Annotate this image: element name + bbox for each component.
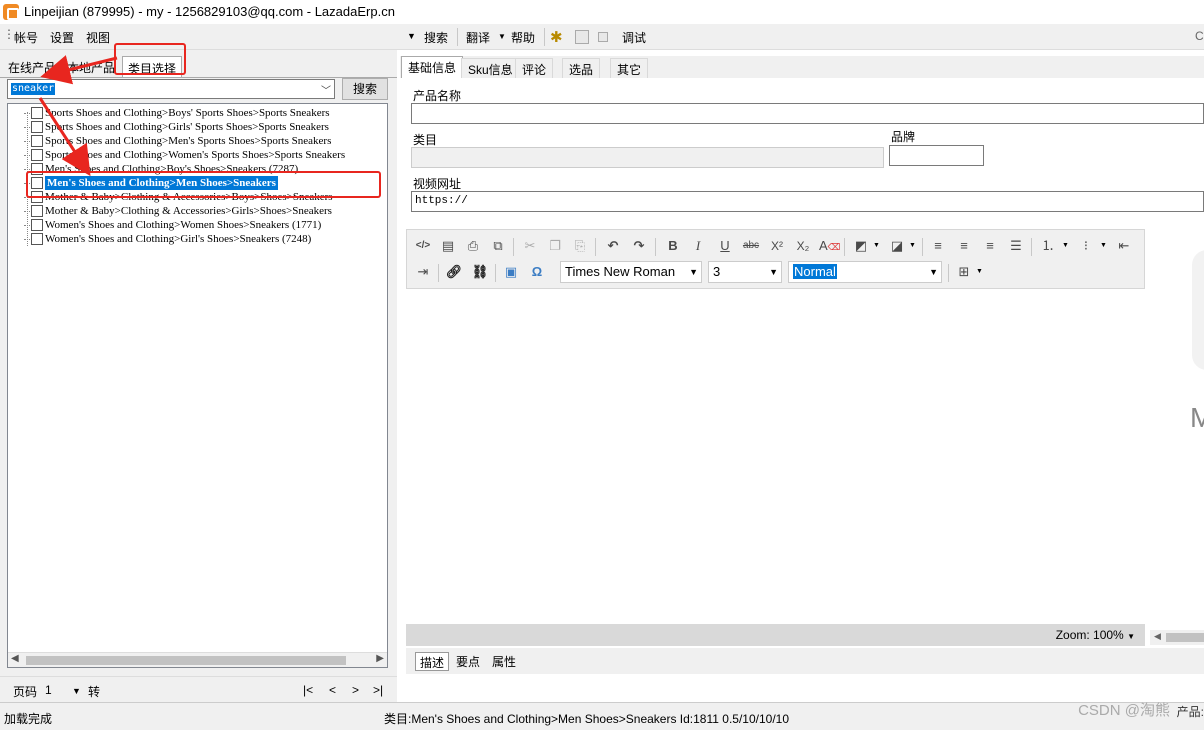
annotation-arrows — [38, 55, 118, 177]
arrow-to-search — [40, 55, 118, 85]
arrow-to-result — [38, 97, 91, 177]
